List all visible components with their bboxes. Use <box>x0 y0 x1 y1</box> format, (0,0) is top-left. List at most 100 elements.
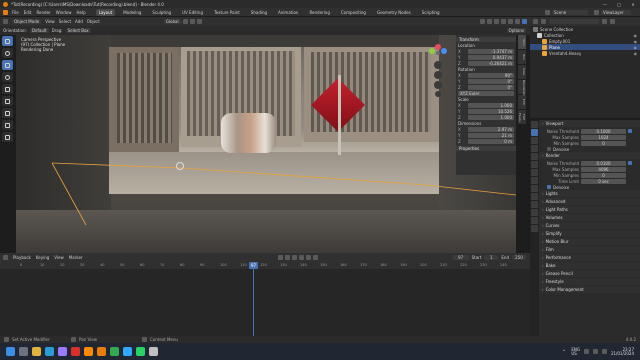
dimensions-y-field[interactable]: 21 m <box>468 132 514 138</box>
start-frame-field[interactable]: 1 <box>484 255 499 260</box>
play-icon[interactable] <box>298 255 304 260</box>
menu-render[interactable]: Render <box>36 10 50 15</box>
annotate-tool[interactable] <box>2 108 13 118</box>
menu-edit[interactable]: Edit <box>24 10 32 15</box>
prev-keyframe-icon[interactable] <box>284 255 290 260</box>
panel-header-film[interactable]: › Film <box>539 246 640 253</box>
photoshop-app-icon[interactable] <box>123 347 132 356</box>
rotation-mode-dropdown[interactable]: XYZ Euler <box>458 90 514 96</box>
cursor-tool[interactable] <box>2 48 13 58</box>
dimensions-x-row[interactable]: X 2.97 m <box>456 126 516 132</box>
property-value-field[interactable]: 0.0100 <box>581 160 626 166</box>
panel-header-simplify[interactable]: › Simplify <box>539 230 640 237</box>
workspace-tab-shading[interactable]: Shading <box>248 9 270 16</box>
workspace-tab-rendering[interactable]: Rendering <box>306 9 332 16</box>
sidebar-tab-edit[interactable]: Edit <box>518 95 526 109</box>
properties-panel-header[interactable]: Properties <box>456 146 516 151</box>
select-box-tool[interactable] <box>2 36 13 46</box>
render-tab-icon[interactable] <box>531 129 538 136</box>
panel-header-bake[interactable]: › Bake <box>539 262 640 269</box>
blender-app-icon[interactable] <box>97 347 106 356</box>
whatsapp-app-icon[interactable] <box>136 347 145 356</box>
end-frame-field[interactable]: 250 <box>512 255 526 260</box>
frame-ruler[interactable]: 0 10 20 30 40 50 60 70 80 90 100 110 120 130 140 150 160… <box>0 262 530 269</box>
expand-chevron-icon[interactable]: › <box>542 255 544 260</box>
camera-app-icon[interactable] <box>149 347 158 356</box>
particles-tab-icon[interactable] <box>531 185 538 192</box>
language-indicator[interactable]: ENG US <box>571 347 580 356</box>
rotate-tool[interactable] <box>2 72 13 82</box>
dimensions-z-field[interactable]: 0 m <box>468 138 514 144</box>
snap-icon[interactable] <box>189 19 195 24</box>
gizmo-toggle-icon[interactable] <box>487 19 492 24</box>
scale-x-field[interactable]: 1.000 <box>468 102 514 108</box>
workspace-tab-modeling[interactable]: Modeling <box>120 9 144 16</box>
outliner-search-input[interactable] <box>549 19 599 24</box>
edge-app-icon[interactable] <box>45 347 54 356</box>
mode-selector[interactable]: Object Mode <box>12 19 42 24</box>
constraints-tab-icon[interactable] <box>531 201 538 208</box>
menu-keying[interactable]: Keying <box>36 255 49 260</box>
checkbox[interactable] <box>547 185 551 189</box>
clock[interactable]: 23:27 21/01/2024 <box>611 347 634 356</box>
pivot-icon[interactable] <box>182 19 188 24</box>
rotation-y-field[interactable]: 0° <box>468 78 514 84</box>
minimize-button[interactable]: — <box>598 2 612 7</box>
location-x-field[interactable]: -1.3747 m <box>468 48 514 54</box>
tool-tab-icon[interactable] <box>531 121 538 128</box>
visibility-icon[interactable] <box>480 19 485 24</box>
modifier-tab-icon[interactable] <box>531 177 538 184</box>
current-frame-field[interactable]: 97 <box>452 255 469 260</box>
data-tab-icon[interactable] <box>531 209 538 216</box>
rotation-x-field[interactable]: 90° <box>468 72 514 78</box>
output-tab-icon[interactable] <box>531 137 538 144</box>
expand-chevron-icon[interactable]: › <box>542 287 544 292</box>
overlay-toggle-icon[interactable] <box>494 19 499 24</box>
expand-chevron-icon[interactable]: › <box>542 231 544 236</box>
property-value-field[interactable]: 1024 <box>581 134 626 140</box>
location-y-row[interactable]: Y 0.9437 m <box>456 54 516 60</box>
close-button[interactable]: ✕ <box>626 2 640 7</box>
expand-chevron-icon[interactable]: › <box>542 223 544 228</box>
visibility-eye-icon[interactable]: ◉ <box>634 39 638 44</box>
scale-y-row[interactable]: Y 10.526 <box>456 108 516 114</box>
solid-shading-icon[interactable] <box>508 19 513 24</box>
workspace-tab-scripting[interactable]: Scripting <box>419 9 443 16</box>
object-tab-icon[interactable] <box>531 169 538 176</box>
property-value-field[interactable]: 0.1000 <box>581 128 626 134</box>
scale-z-field[interactable]: 1.000 <box>468 114 514 120</box>
xray-icon[interactable] <box>501 19 506 24</box>
expand-chevron-icon[interactable]: › <box>542 247 544 252</box>
workspace-tab-compositing[interactable]: Compositing <box>338 9 369 16</box>
menu-playback[interactable]: Playback <box>13 255 31 260</box>
panel-header-viewport[interactable]: › Viewport <box>539 120 640 127</box>
panel-header-freestyle[interactable]: › Freestyle <box>539 278 640 285</box>
location-x-row[interactable]: X -1.3747 m <box>456 48 516 54</box>
dimensions-z-row[interactable]: Z 0 m <box>456 138 516 144</box>
menu-view[interactable]: View <box>45 19 55 24</box>
view-layer-tab-icon[interactable] <box>531 145 538 152</box>
timeline-area[interactable]: 0 10 20 30 40 50 60 70 80 90 100 110 120 130 140 150 160… <box>0 262 530 336</box>
expand-chevron-icon[interactable]: › <box>542 263 544 268</box>
workspace-tab-sculpting[interactable]: Sculpting <box>149 9 174 16</box>
drag-selector[interactable]: Select Box <box>65 28 91 33</box>
timeline-editor-icon[interactable] <box>3 255 8 260</box>
rotation-z-field[interactable]: 0° <box>468 84 514 90</box>
jump-start-icon[interactable] <box>277 255 283 260</box>
menu-window[interactable]: Window <box>56 10 72 15</box>
jump-end-icon[interactable] <box>312 255 318 260</box>
search-app-icon[interactable] <box>19 347 28 356</box>
transform-orientation[interactable]: Global <box>163 19 181 24</box>
play-reverse-icon[interactable] <box>291 255 297 260</box>
property-value-field[interactable]: 0 <box>581 140 626 146</box>
transform-tool[interactable] <box>2 96 13 106</box>
checkbox[interactable] <box>547 147 551 151</box>
axis-gizmo-icon[interactable] <box>424 37 452 97</box>
rotation-z-row[interactable]: Z 0° <box>456 84 516 90</box>
orientation-selector[interactable]: Default <box>29 28 49 33</box>
blender-menu-icon[interactable] <box>3 9 8 15</box>
visibility-eye-icon[interactable]: ◉ <box>634 51 638 56</box>
filter-icon[interactable] <box>602 19 607 24</box>
expand-chevron-icon[interactable]: › <box>542 207 544 212</box>
panel-header-advanced[interactable]: › Advanced <box>539 198 640 205</box>
